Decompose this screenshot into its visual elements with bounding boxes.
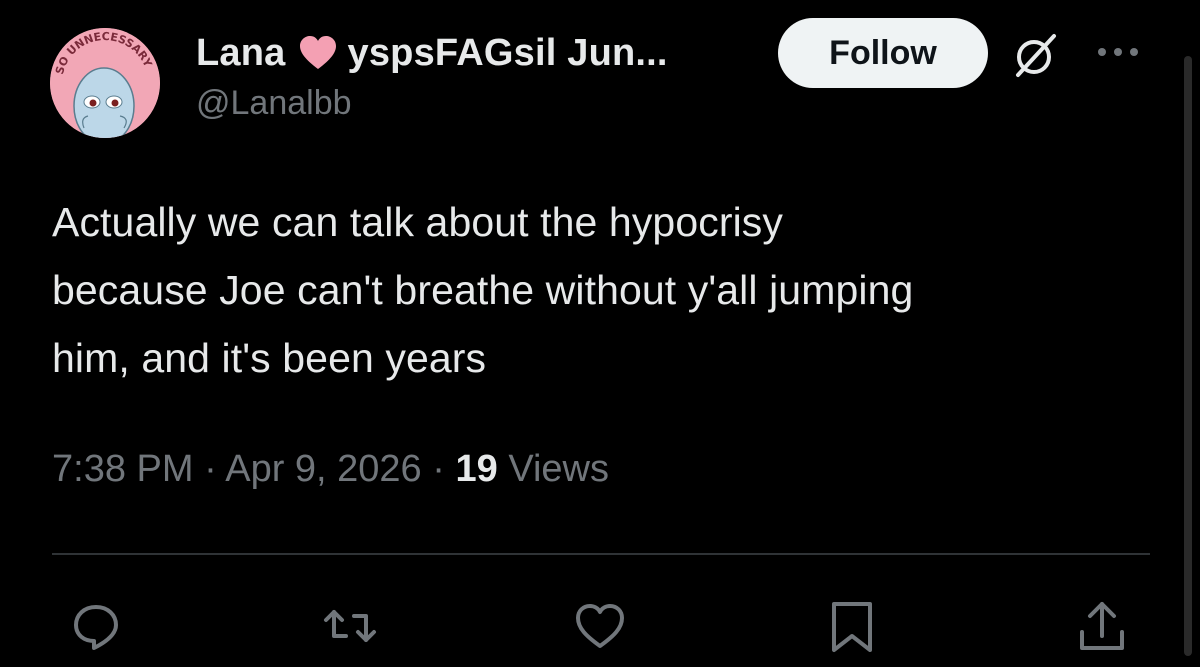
author-name-row[interactable]: Lana yspsFAGsil Jun... [196, 28, 668, 78]
like-icon [576, 604, 624, 648]
bookmark-button[interactable] [824, 598, 880, 654]
avatar-image: SO UNNECESSARY [50, 28, 160, 138]
meta-separator: · [432, 448, 456, 490]
tweet-text-line: because Joe can't breathe without y'all … [52, 267, 914, 313]
grok-icon[interactable] [1010, 30, 1060, 80]
tweet-text: Actually we can talk about the hypocrisy… [52, 188, 1162, 392]
author-display-name[interactable]: Lana [196, 32, 286, 75]
views-label[interactable]: Views [508, 448, 609, 490]
tweet-container: SO UNNECESSARY Lana yspsFAGsil Jun... @L… [0, 0, 1200, 667]
author-handle[interactable]: @Lanalbb [196, 84, 352, 123]
share-button[interactable] [1074, 598, 1130, 654]
avatar[interactable]: SO UNNECESSARY [50, 28, 160, 138]
tweet-time[interactable]: 7:38 PM [52, 448, 194, 490]
views-count[interactable]: 19 [455, 448, 508, 490]
like-button[interactable] [572, 598, 628, 654]
reply-icon [74, 605, 118, 650]
heart-emoji-icon [298, 35, 338, 71]
meta-separator: · [204, 448, 226, 490]
retweet-icon [324, 610, 376, 642]
tweet-meta: 7:38 PM · Apr 9, 2026 · 19 Views [52, 448, 609, 491]
tweet-text-line: Actually we can talk about the hypocrisy [52, 199, 783, 245]
tweet-text-line: him, and it's been years [52, 335, 487, 381]
divider [52, 553, 1150, 555]
bookmark-icon [832, 602, 872, 652]
follow-button[interactable]: Follow [778, 18, 988, 88]
tweet-date[interactable]: Apr 9, 2026 [225, 448, 421, 490]
share-icon [1080, 602, 1124, 650]
more-options-icon[interactable] [1094, 40, 1142, 64]
retweet-button[interactable] [322, 598, 378, 654]
scrollbar[interactable] [1184, 56, 1192, 656]
reply-button[interactable] [68, 598, 124, 654]
author-display-name-suffix[interactable]: yspsFAGsil Jun... [348, 32, 668, 75]
